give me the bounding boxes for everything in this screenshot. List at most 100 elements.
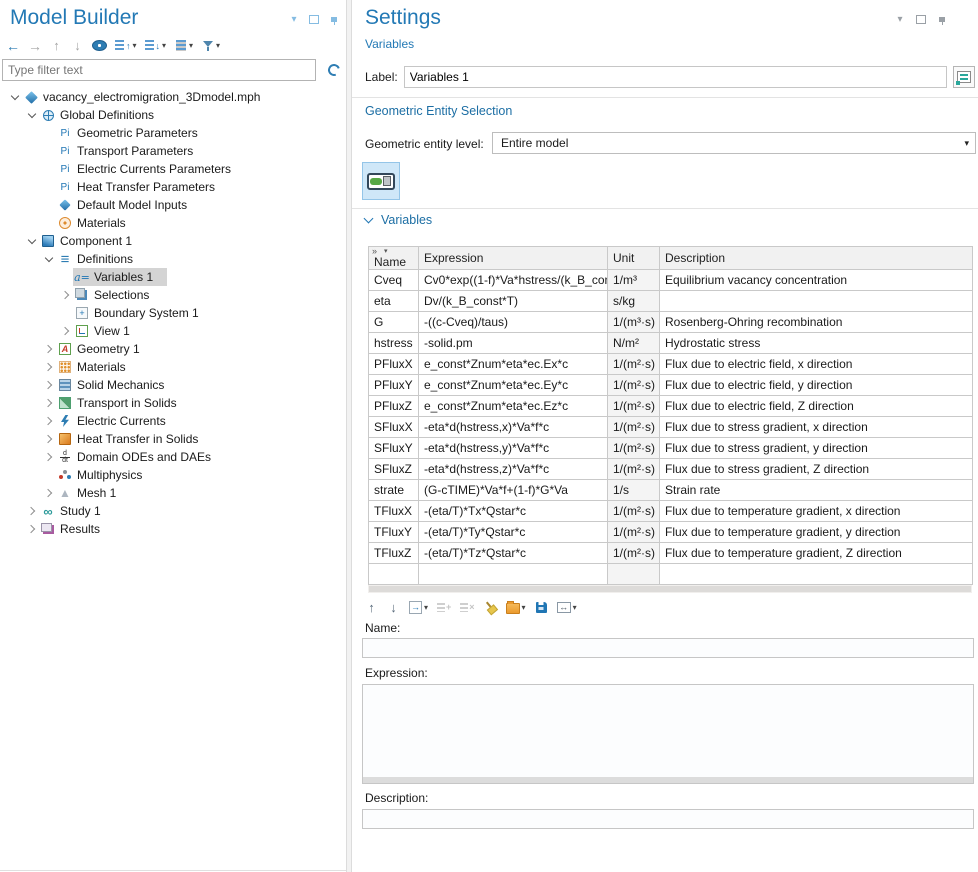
tree-item-definitions[interactable]: Definitions: [0, 250, 346, 268]
name-cell[interactable]: Cveq: [369, 270, 419, 291]
description-cell[interactable]: Flux due to electric field, y direction: [660, 375, 973, 396]
twisty-collapsed-icon[interactable]: [59, 324, 73, 338]
description-input[interactable]: [362, 809, 974, 829]
label-input[interactable]: [404, 66, 947, 88]
expression-cell[interactable]: -(eta/T)*Tx*Qstar*c: [419, 501, 608, 522]
name-cell[interactable]: TFluxX: [369, 501, 419, 522]
twisty-collapsed-icon[interactable]: [42, 378, 56, 392]
back-button[interactable]: [6, 38, 20, 53]
move-down-button[interactable]: [387, 600, 400, 615]
twisty-collapsed-icon[interactable]: [42, 396, 56, 410]
tree-item-default-model-inputs[interactable]: Default Model Inputs: [0, 196, 346, 214]
model-tree-node-text-button[interactable]: ▾: [174, 38, 193, 53]
settings-subtitle-link[interactable]: Variables: [365, 37, 414, 51]
twisty-collapsed-icon[interactable]: [25, 504, 39, 518]
table-horizontal-scrollbar[interactable]: [368, 585, 972, 593]
tree-item-electric-currents[interactable]: Electric Currents: [0, 412, 346, 430]
name-cell[interactable]: SFluxY: [369, 438, 419, 459]
description-cell[interactable]: [660, 291, 973, 312]
dropdown-icon[interactable]: [288, 13, 300, 25]
expression-cell[interactable]: -(eta/T)*Ty*Qstar*c: [419, 522, 608, 543]
expression-cell[interactable]: (G-cTIME)*Va*f+(1-f)*G*Va: [419, 480, 608, 501]
tree-item-materials[interactable]: Materials: [0, 214, 346, 232]
name-cell[interactable]: PFluxX: [369, 354, 419, 375]
tree-item-heat-transfer-in-solids[interactable]: Heat Transfer in Solids: [0, 430, 346, 448]
column-header-description[interactable]: Description: [660, 247, 973, 270]
expression-cell[interactable]: e_const*Znum*eta*ec.Ey*c: [419, 375, 608, 396]
table-settings-button[interactable]: ▾: [557, 600, 577, 615]
twisty-collapsed-icon[interactable]: [59, 288, 73, 302]
tree-item-geometric-parameters[interactable]: Geometric Parameters: [0, 124, 346, 142]
clear-button[interactable]: [484, 600, 497, 615]
load-button[interactable]: ▾: [506, 600, 526, 615]
twisty-collapsed-icon[interactable]: [25, 522, 39, 536]
name-cell[interactable]: TFluxZ: [369, 543, 419, 564]
float-icon[interactable]: [308, 13, 320, 25]
pin-icon[interactable]: [328, 13, 340, 25]
description-cell[interactable]: Flux due to electric field, Z direction: [660, 396, 973, 417]
save-button[interactable]: [535, 600, 548, 615]
name-cell[interactable]: eta: [369, 291, 419, 312]
tree-item-geometry-1[interactable]: Geometry 1: [0, 340, 346, 358]
description-cell[interactable]: Equilibrium vacancy concentration: [660, 270, 973, 291]
name-input[interactable]: [362, 638, 974, 658]
twisty-collapsed-icon[interactable]: [42, 432, 56, 446]
tree-item-multiphysics[interactable]: Multiphysics: [0, 466, 346, 484]
description-cell[interactable]: Flux due to stress gradient, y direction: [660, 438, 973, 459]
expression-cell[interactable]: Dv/(k_B_const*T): [419, 291, 608, 312]
tree-item-solid-mechanics[interactable]: Solid Mechanics: [0, 376, 346, 394]
filter-button[interactable]: ▾: [201, 38, 220, 53]
description-cell[interactable]: Flux due to stress gradient, x direction: [660, 417, 973, 438]
move-to-button[interactable]: ▾: [409, 600, 428, 615]
variables-section-header[interactable]: Variables: [365, 213, 432, 227]
tree-item-heat-transfer-parameters[interactable]: Heat Transfer Parameters: [0, 178, 346, 196]
show-button[interactable]: [92, 38, 107, 53]
expression-cell[interactable]: -(eta/T)*Tz*Qstar*c: [419, 543, 608, 564]
twisty-collapsed-icon[interactable]: [42, 360, 56, 374]
tree-item-results[interactable]: Results: [0, 520, 346, 538]
collapse-all-button[interactable]: ▾: [145, 38, 167, 53]
refresh-button[interactable]: [327, 62, 340, 77]
twisty-collapsed-icon[interactable]: [42, 414, 56, 428]
tree-item-boundary-system-1[interactable]: Boundary System 1: [0, 304, 346, 322]
description-cell[interactable]: Hydrostatic stress: [660, 333, 973, 354]
description-cell[interactable]: Flux due to electric field, x direction: [660, 354, 973, 375]
column-header-name[interactable]: »▾ Name: [369, 247, 419, 270]
tree-item-transport-parameters[interactable]: Transport Parameters: [0, 142, 346, 160]
twisty-expanded-icon[interactable]: [25, 234, 39, 248]
description-cell[interactable]: Strain rate: [660, 480, 973, 501]
expression-cell[interactable]: [419, 564, 608, 585]
name-cell[interactable]: hstress: [369, 333, 419, 354]
name-cell[interactable]: [369, 564, 419, 585]
geometric-entity-level-select[interactable]: Entire model ▾: [492, 132, 976, 154]
name-cell[interactable]: G: [369, 312, 419, 333]
column-header-unit[interactable]: Unit: [608, 247, 660, 270]
name-cell[interactable]: strate: [369, 480, 419, 501]
dropdown-icon[interactable]: [894, 13, 906, 25]
expression-cell[interactable]: Cv0*exp((1-f)*Va*hstress/(k_B_const*T)): [419, 270, 608, 291]
move-up-button[interactable]: [50, 38, 63, 53]
name-cell[interactable]: SFluxX: [369, 417, 419, 438]
tree-item-transport-in-solids[interactable]: Transport in Solids: [0, 394, 346, 412]
tree-item-electric-currents-parameters[interactable]: Electric Currents Parameters: [0, 160, 346, 178]
expression-cell[interactable]: -eta*d(hstress,y)*Va*f*c: [419, 438, 608, 459]
twisty-expanded-icon[interactable]: [8, 90, 22, 104]
expression-input[interactable]: [363, 685, 973, 775]
rename-button[interactable]: [953, 66, 975, 88]
scrollbar-thumb[interactable]: [369, 586, 971, 592]
float-icon[interactable]: [915, 13, 927, 25]
tree-item-component-1[interactable]: Component 1: [0, 232, 346, 250]
expression-cell[interactable]: -eta*d(hstress,x)*Va*f*c: [419, 417, 608, 438]
expression-cell[interactable]: e_const*Znum*eta*ec.Ex*c: [419, 354, 608, 375]
description-cell[interactable]: [660, 564, 973, 585]
add-button[interactable]: [437, 600, 451, 615]
tree-item-view-1[interactable]: View 1: [0, 322, 346, 340]
pin-icon[interactable]: [936, 13, 948, 25]
description-cell[interactable]: Flux due to stress gradient, Z direction: [660, 459, 973, 480]
active-toggle-button[interactable]: [362, 162, 400, 200]
tree-item-selections[interactable]: Selections: [0, 286, 346, 304]
name-cell[interactable]: SFluxZ: [369, 459, 419, 480]
expression-cell[interactable]: e_const*Znum*eta*ec.Ez*c: [419, 396, 608, 417]
tree-item-mesh-1[interactable]: Mesh 1: [0, 484, 346, 502]
name-cell[interactable]: TFluxY: [369, 522, 419, 543]
